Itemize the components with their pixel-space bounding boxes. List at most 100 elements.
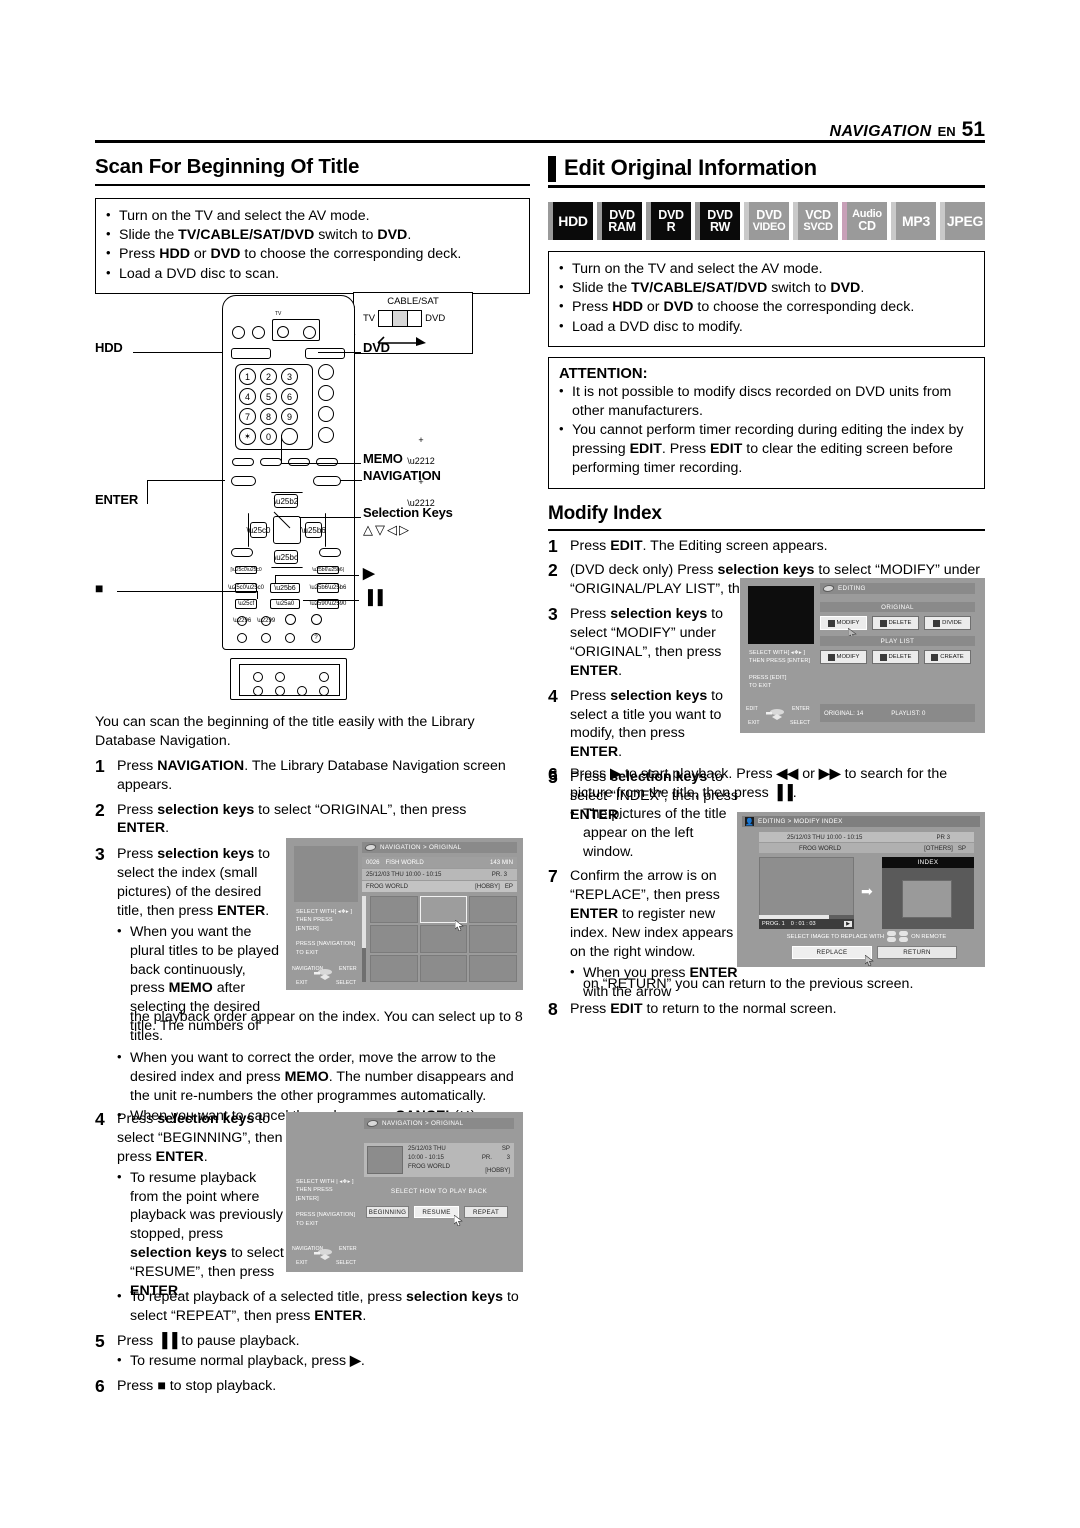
subsection-modify-index: Modify Index — [548, 502, 662, 524]
skip-back-button[interactable]: |\u25c0\u25c0 — [230, 566, 262, 574]
page-title-edit: Edit Original Information — [548, 155, 985, 182]
osd-title-text: NAVIGATION > ORIGINAL — [380, 844, 462, 851]
aux-button-3[interactable] — [285, 614, 296, 625]
title-rule — [95, 184, 530, 186]
aux-button-1[interactable]: \u2296 — [233, 616, 251, 626]
pb-date: 25/12/03 THU — [408, 1145, 446, 1152]
right-arrow-button[interactable]: \u25b6 — [301, 522, 326, 538]
lower-button-2[interactable] — [275, 672, 285, 682]
aux-button-7[interactable] — [285, 633, 295, 643]
mi-mode: SP — [957, 844, 966, 852]
label-pause-glyph: ▐▐ — [363, 589, 383, 605]
badge-line: VCD — [805, 208, 831, 223]
page-title-scan: Scan For Beginning Of Title — [95, 155, 360, 178]
osd-button-repeat[interactable]: REPEAT — [464, 1206, 508, 1218]
function-key-4[interactable] — [316, 458, 338, 466]
osd-thumbnail[interactable] — [370, 896, 418, 924]
label-hdd: HDD — [95, 340, 123, 355]
function-key-2[interactable] — [260, 458, 282, 466]
function-key-6[interactable] — [319, 548, 341, 557]
record-button[interactable]: \u25cf — [235, 599, 257, 609]
selection-keys-glyphs: △▽◁▷ — [363, 522, 411, 537]
modify-step-4: 4 Press selection keys to select a title… — [548, 686, 738, 763]
hdd-button[interactable] — [231, 348, 271, 359]
lower-button-4[interactable] — [253, 686, 263, 696]
switch-label-tv: TV — [363, 313, 376, 324]
prep-item: Turn on the TV and select the AV mode. — [559, 259, 974, 279]
osd-title-info-panel: 25/12/03 THU SP 10:00 - 10:15 PR. 3 FROG… — [364, 1143, 514, 1177]
pb-time: 10:00 - 10:15 — [408, 1154, 444, 1161]
osd-playlist-create-button[interactable]: CREATE — [924, 650, 971, 664]
prep-item: Press HDD or DVD to choose the correspon… — [559, 297, 974, 317]
lower-button-3[interactable] — [319, 672, 329, 682]
help-button[interactable]: ? — [311, 633, 321, 643]
osd-thumbnail[interactable] — [469, 925, 517, 953]
osd-thumbnail[interactable] — [370, 925, 418, 953]
stop-button[interactable]: \u25a0 — [270, 599, 300, 609]
pb-prnum: 3 — [506, 1154, 510, 1161]
navigation-button[interactable] — [313, 476, 341, 486]
badge-line: R — [666, 220, 676, 234]
play-button[interactable]: \u25b6 — [270, 583, 300, 593]
aux-button-4[interactable] — [311, 614, 322, 625]
osd-title-text: EDITING — [838, 585, 866, 592]
lower-button-6[interactable] — [297, 686, 307, 696]
lower-button-1[interactable] — [253, 672, 263, 682]
scan-step3-bullet-1-cont: the playback order appear on the index. … — [130, 1009, 523, 1044]
prep-item: Slide the TV/CABLE/SAT/DVD switch to DVD… — [106, 225, 519, 245]
leader-stop-h — [117, 591, 257, 593]
hint-line: THEN PRESS [ENTER] — [749, 658, 811, 665]
osd-original-modify-button[interactable]: MODIFY — [820, 616, 867, 630]
channel-down-button[interactable] — [318, 385, 334, 401]
switch-slider[interactable] — [378, 310, 423, 327]
function-key-1[interactable] — [232, 458, 254, 466]
skip-forward-button[interactable]: \u25b6\u25b6| — [312, 566, 344, 574]
preparation-box-left: Turn on the TV and select the AV mode. S… — [95, 198, 530, 294]
aux-button-6[interactable] — [261, 633, 271, 643]
tv-button[interactable] — [277, 326, 289, 338]
aux-button-5[interactable] — [237, 633, 247, 643]
volume-down-button[interactable] — [318, 427, 334, 443]
key-asterisk-label: ✶ — [244, 432, 251, 441]
power-button[interactable] — [252, 326, 265, 339]
fast-forward-button[interactable]: \u25b6\u25b6 — [310, 583, 346, 593]
osd-button-beginning[interactable]: BEGINNING — [366, 1206, 409, 1218]
osd-button-resume[interactable]: RESUME — [414, 1206, 459, 1218]
left-arrow-button[interactable]: \u25c0 — [246, 522, 271, 538]
eject-button[interactable] — [232, 326, 245, 339]
leader-enter-h — [147, 480, 225, 482]
channel-up-button[interactable] — [318, 364, 334, 380]
button-label: DELETE — [888, 654, 912, 660]
up-arrow-button[interactable]: \u25b2 — [274, 494, 298, 508]
lower-button-5[interactable] — [275, 686, 285, 696]
osd-playlist-modify-button[interactable]: MODIFY — [820, 650, 867, 664]
av-select-button[interactable] — [303, 326, 316, 339]
volume-up-button[interactable] — [318, 406, 334, 422]
modify-step7-bullet-cont: on “RETURN” you can return to the previo… — [583, 976, 914, 992]
enter-button[interactable] — [231, 476, 256, 486]
navhint-exit: EXIT — [748, 720, 760, 726]
aux-button-2[interactable]: \u2299 — [257, 616, 275, 626]
osd-thumbnail[interactable] — [469, 896, 517, 924]
prep-item: Press HDD or DVD to choose the correspon… — [106, 244, 519, 264]
title-pr: PR. 3 — [491, 871, 507, 878]
osd-mi-replace-button[interactable]: REPLACE — [792, 946, 872, 959]
osd-original-divide-button[interactable]: DIVIDE — [924, 616, 971, 630]
scan-step5-bullet: To resume normal playback, press ▶. — [117, 1351, 530, 1371]
modify-step-6: 6 Press ▶ to start playback. Press ◀◀ or… — [548, 764, 985, 803]
osd-thumbnail[interactable] — [469, 954, 517, 982]
down-arrow-button[interactable]: \u25bc — [274, 550, 298, 564]
function-key-3[interactable] — [288, 458, 310, 466]
osd-mi-return-button[interactable]: RETURN — [877, 946, 957, 959]
scan-step-6: 6 Press ■ to stop playback. — [95, 1376, 530, 1396]
memo-button[interactable] — [281, 428, 298, 445]
osd-original-delete-button[interactable]: DELETE — [872, 616, 919, 630]
osd-thumbnail[interactable] — [419, 954, 468, 982]
dvd-button[interactable] — [305, 348, 345, 359]
modify-icon — [827, 653, 835, 661]
osd-thumbnail[interactable] — [370, 954, 418, 982]
osd-playlist-delete-button[interactable]: DELETE — [872, 650, 919, 664]
lower-button-7[interactable] — [319, 686, 329, 696]
osd-scroll-thumb[interactable] — [362, 896, 366, 948]
function-key-5[interactable] — [231, 548, 253, 557]
